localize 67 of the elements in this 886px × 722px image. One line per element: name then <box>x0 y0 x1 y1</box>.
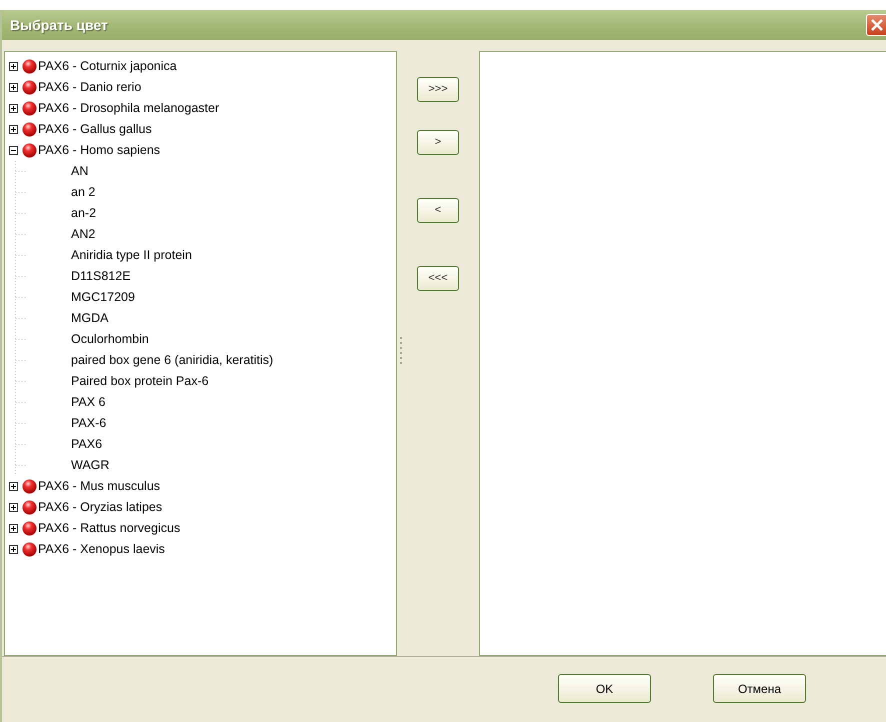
move-button[interactable]: < <box>417 198 459 223</box>
sphere-icon <box>22 101 37 116</box>
tree-connector-line <box>15 434 26 455</box>
tree-item[interactable]: PAX6 - Homo sapiens <box>37 141 160 160</box>
tree-item[interactable]: MGDA <box>71 309 108 328</box>
expand-icon[interactable] <box>9 524 18 533</box>
expand-icon[interactable] <box>9 482 18 491</box>
tree-item[interactable]: PAX6 - Gallus gallus <box>37 120 152 139</box>
splitter-grip-icon <box>400 337 403 367</box>
tree-item[interactable]: WAGR <box>71 456 110 475</box>
tree-connector-line <box>15 329 26 350</box>
tree-item[interactable]: PAX6 - Rattus norvegicus <box>37 519 180 538</box>
tree-connector-line <box>15 287 26 308</box>
tree-connector-line <box>15 161 26 182</box>
move-button[interactable]: <<< <box>417 266 459 291</box>
tree-item[interactable]: PAX6 - Oryzias latipes <box>37 498 162 517</box>
sphere-icon <box>22 500 37 515</box>
expand-icon[interactable] <box>9 62 18 71</box>
tree-connector-line <box>15 455 26 476</box>
expand-icon[interactable] <box>9 83 18 92</box>
collapse-icon[interactable] <box>9 146 18 155</box>
tree-connector-line <box>15 203 26 224</box>
expand-icon[interactable] <box>9 545 18 554</box>
sphere-icon <box>22 479 37 494</box>
cancel-button[interactable]: Отмена <box>713 674 806 703</box>
tree-connector-line <box>15 182 26 203</box>
window-title: Выбрать цвет <box>10 16 108 35</box>
tree-item[interactable]: an-2 <box>71 204 96 223</box>
tree-item[interactable]: PAX 6 <box>71 393 106 412</box>
tree-connector-line <box>15 392 26 413</box>
close-button[interactable] <box>866 14 886 36</box>
close-icon <box>870 18 884 32</box>
expand-icon[interactable] <box>9 503 18 512</box>
sphere-icon <box>22 122 37 137</box>
move-button[interactable]: >>> <box>417 77 459 102</box>
sphere-icon <box>22 521 37 536</box>
tree-item[interactable]: paired box gene 6 (aniridia, keratitis) <box>71 351 274 370</box>
tree-item[interactable]: PAX6 - Mus musculus <box>37 477 160 496</box>
tree-item[interactable]: PAX-6 <box>71 414 106 433</box>
tree-connector-line <box>15 350 26 371</box>
tree-connector-line <box>15 245 26 266</box>
tree-connector-line <box>15 266 26 287</box>
tree-item[interactable]: Oculorhombin <box>71 330 149 349</box>
tree-connector-line <box>15 308 26 329</box>
expand-icon[interactable] <box>9 125 18 134</box>
cancel-button[interactable]: OK <box>558 674 651 703</box>
tree-item[interactable]: AN2 <box>71 225 96 244</box>
sphere-icon <box>22 542 37 557</box>
tree-item[interactable]: AN <box>71 162 88 181</box>
tree-item[interactable]: PAX6 - Xenopus laevis <box>37 540 165 559</box>
move-button[interactable]: > <box>417 130 459 155</box>
sphere-icon <box>22 59 37 74</box>
tree-item[interactable]: PAX6 - Danio rerio <box>37 78 142 97</box>
tree-item[interactable]: MGC17209 <box>71 288 135 307</box>
tree-item[interactable]: Aniridia type II protein <box>71 246 192 265</box>
tree-item[interactable]: PAX6 <box>71 435 102 454</box>
tree-item[interactable]: PAX6 - Drosophila melanogaster <box>37 99 220 118</box>
tree-item[interactable]: PAX6 - Coturnix japonica <box>37 57 177 76</box>
tree-connector-line <box>15 371 26 392</box>
sphere-icon <box>22 80 37 95</box>
tree-connector-line <box>15 413 26 434</box>
tree-item[interactable]: Paired box protein Pax-6 <box>71 372 209 391</box>
sphere-icon <box>22 143 37 158</box>
tree-item[interactable]: an 2 <box>71 183 96 202</box>
tree-item[interactable]: D11S812E <box>71 267 131 286</box>
expand-icon[interactable] <box>9 104 18 113</box>
tree-connector-line <box>15 224 26 245</box>
